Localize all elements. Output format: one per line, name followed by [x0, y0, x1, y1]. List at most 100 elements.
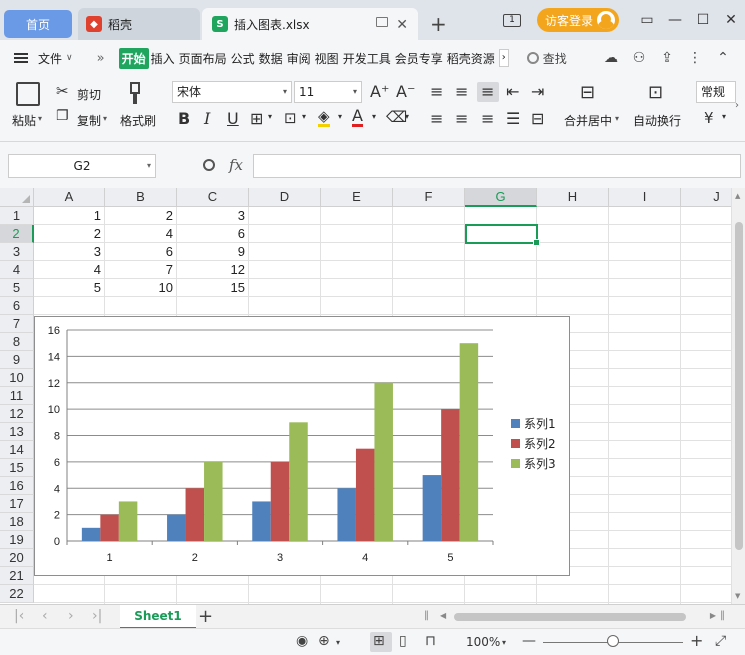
row-header-9[interactable]: 9: [0, 351, 34, 369]
row-header-22[interactable]: 22: [0, 585, 34, 603]
row-header-2[interactable]: 2: [0, 225, 34, 243]
bar-chart[interactable]: 0 2 4 6 8 10 12 14 16 1 2 3 4 5 系列1 系列2 系列3: [34, 316, 570, 576]
zoom-slider-knob[interactable]: [607, 635, 619, 647]
align-top-icon[interactable]: ≡: [430, 82, 443, 101]
menu-tab-page-layout[interactable]: 页面布局: [177, 50, 229, 67]
name-box[interactable]: G2 ▾: [8, 154, 156, 178]
cell-b4[interactable]: 7: [105, 261, 177, 279]
row-header-1[interactable]: 1: [0, 207, 34, 225]
active-cell-selection[interactable]: [465, 224, 540, 246]
cell-c4[interactable]: 12: [177, 261, 249, 279]
scroll-left-icon[interactable]: ◀: [440, 611, 446, 620]
row-header-11[interactable]: 11: [0, 387, 34, 405]
row-header-10[interactable]: 10: [0, 369, 34, 387]
cell-b3[interactable]: 6: [105, 243, 177, 261]
ribbon-scroll-right-icon[interactable]: ›: [735, 100, 739, 111]
close-window-icon[interactable]: ✕: [717, 12, 745, 28]
menu-tab-member[interactable]: 会员专享: [393, 50, 445, 67]
paste-dropdown-icon[interactable]: ▾: [38, 114, 42, 123]
zoom-in-icon[interactable]: +: [690, 631, 703, 650]
collapse-ribbon-icon[interactable]: ⌃: [709, 50, 737, 66]
wrap-text-button[interactable]: 自动换行: [633, 112, 681, 129]
row-header-17[interactable]: 17: [0, 495, 34, 513]
cell-a3[interactable]: 3: [34, 243, 105, 261]
fullscreen-icon[interactable]: ⤢: [715, 633, 726, 649]
hamburger-menu-icon[interactable]: [14, 53, 28, 63]
row-header-16[interactable]: 16: [0, 477, 34, 495]
tab-home[interactable]: 首页: [4, 10, 72, 38]
paste-icon[interactable]: [16, 82, 40, 106]
close-tab-icon[interactable]: ✕: [396, 17, 408, 33]
new-tab-button[interactable]: +: [430, 12, 447, 36]
vertical-scrollbar[interactable]: ▲ ▼: [731, 188, 745, 604]
cell-b1[interactable]: 2: [105, 207, 177, 225]
indent-decrease-icon[interactable]: ⇤: [506, 82, 519, 101]
row-header-8[interactable]: 8: [0, 333, 34, 351]
row-header-21[interactable]: 21: [0, 567, 34, 585]
row-header-20[interactable]: 20: [0, 549, 34, 567]
justify-icon[interactable]: ☰: [506, 109, 520, 128]
formula-input[interactable]: [253, 154, 741, 178]
border-icon[interactable]: ⊞: [250, 109, 263, 128]
zoom-dropdown-icon[interactable]: ▾: [502, 638, 506, 647]
page-break-view-icon[interactable]: ⊓: [425, 633, 436, 649]
border-dropdown-icon[interactable]: ▾: [268, 112, 272, 121]
row-header-19[interactable]: 19: [0, 531, 34, 549]
scroll-down-icon[interactable]: ▼: [735, 592, 740, 600]
currency-dropdown-icon[interactable]: ▾: [722, 112, 726, 121]
font-name-select[interactable]: 宋体 ▾: [172, 81, 292, 103]
number-format-select[interactable]: 常规: [696, 81, 736, 103]
vertical-scroll-thumb[interactable]: [735, 222, 743, 550]
select-all-corner[interactable]: [0, 188, 34, 207]
tab-splitter-icon[interactable]: ‖: [424, 610, 429, 621]
menu-tab-daoke-resources[interactable]: 稻壳资源: [445, 50, 497, 67]
prev-sheet-icon[interactable]: ‹: [42, 608, 48, 624]
horizontal-scroll-thumb[interactable]: [454, 613, 686, 621]
indent-increase-icon[interactable]: ⇥: [531, 82, 544, 101]
format-painter-button[interactable]: 格式刷: [120, 112, 156, 129]
font-color-button[interactable]: A: [352, 108, 363, 127]
sheet-tab-sheet1[interactable]: Sheet1: [120, 605, 196, 629]
cell-c2[interactable]: 6: [177, 225, 249, 243]
column-header-d[interactable]: D: [249, 188, 321, 207]
cell-b2[interactable]: 4: [105, 225, 177, 243]
chevron-down-icon[interactable]: ▾: [147, 155, 151, 177]
fill-color-dropdown-icon[interactable]: ▾: [338, 112, 342, 121]
column-header-a[interactable]: A: [34, 188, 105, 207]
underline-button[interactable]: U: [227, 109, 239, 128]
align-left-icon[interactable]: ≡: [430, 109, 443, 128]
row-header-13[interactable]: 13: [0, 423, 34, 441]
cell-a5[interactable]: 5: [34, 279, 105, 297]
monitor-icon[interactable]: [376, 17, 388, 27]
split-icon[interactable]: ‖: [720, 610, 725, 621]
menu-tab-start[interactable]: 开始: [118, 47, 149, 69]
align-center-icon[interactable]: ≡: [455, 109, 468, 128]
next-sheet-icon[interactable]: ›: [68, 608, 74, 624]
eye-protection-icon[interactable]: ◉: [296, 633, 308, 649]
row-header-6[interactable]: 6: [0, 297, 34, 315]
cell-b5[interactable]: 10: [105, 279, 177, 297]
merge-center-button[interactable]: 合并居中: [564, 112, 612, 129]
column-header-i[interactable]: I: [609, 188, 681, 207]
fill-color-icon[interactable]: ◈: [318, 108, 330, 127]
function-icon[interactable]: fx: [229, 156, 243, 174]
menu-tab-formulas[interactable]: 公式: [229, 50, 257, 67]
reading-mode-icon[interactable]: ⊕: [318, 633, 330, 649]
column-header-c[interactable]: C: [177, 188, 249, 207]
search-box[interactable]: 查找: [526, 50, 567, 67]
first-sheet-icon[interactable]: |‹: [14, 608, 24, 624]
cell-style-icon[interactable]: ⊡: [284, 109, 297, 127]
row-header-4[interactable]: 4: [0, 261, 34, 279]
align-middle-icon[interactable]: ≡: [455, 82, 468, 101]
cell-a1[interactable]: 1: [34, 207, 105, 225]
page-layout-view-icon[interactable]: ▯: [399, 633, 407, 649]
cell-a4[interactable]: 4: [34, 261, 105, 279]
scroll-right-icon[interactable]: ▶: [710, 611, 716, 620]
scroll-up-icon[interactable]: ▲: [735, 192, 740, 200]
cell-c3[interactable]: 9: [177, 243, 249, 261]
font-color-dropdown-icon[interactable]: ▾: [372, 112, 376, 121]
currency-button[interactable]: ¥: [704, 109, 714, 127]
row-header-18[interactable]: 18: [0, 513, 34, 531]
distributed-icon[interactable]: ⊟: [531, 109, 544, 128]
decrease-font-icon[interactable]: A⁻: [396, 82, 415, 101]
